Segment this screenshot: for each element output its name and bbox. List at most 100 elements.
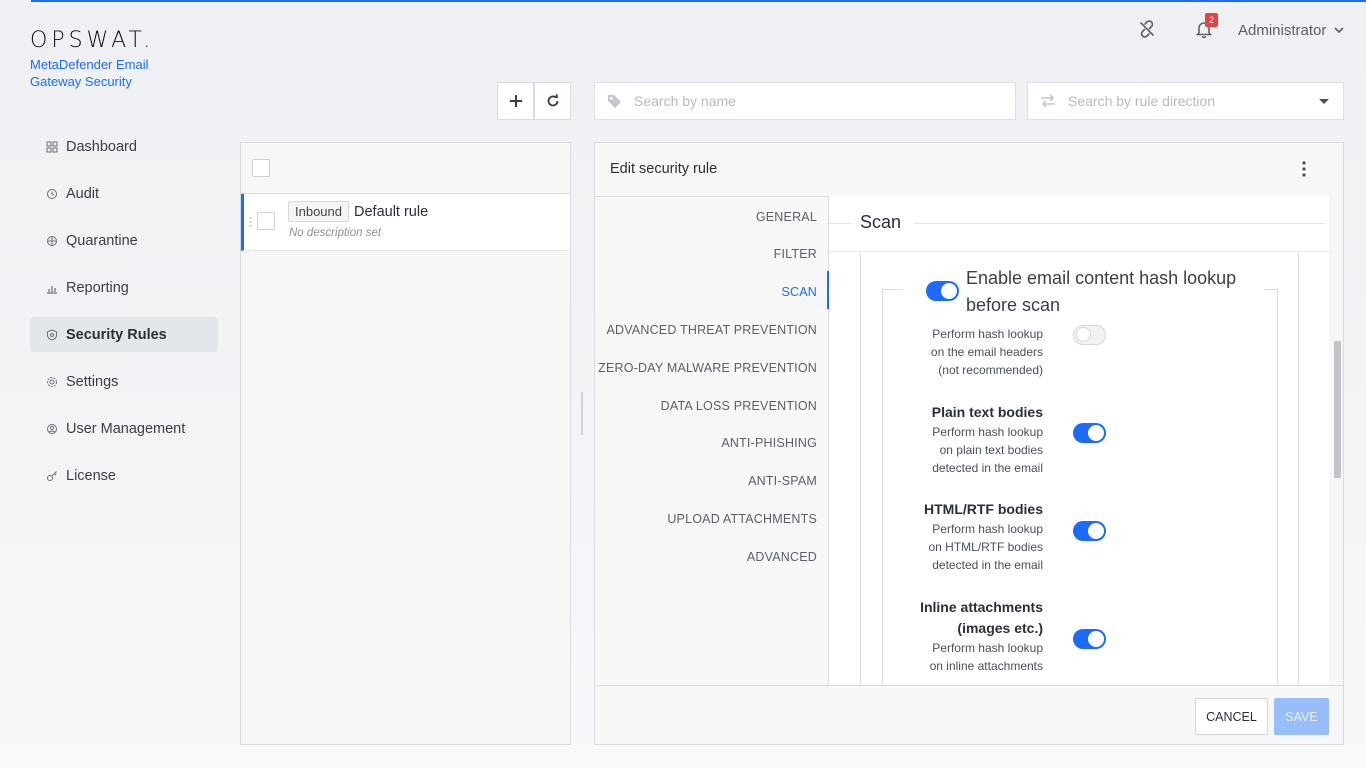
section-divider — [829, 223, 851, 224]
product-name: MetaDefender Email Gateway Security — [30, 56, 160, 90]
user-menu[interactable]: Administrator — [1238, 22, 1326, 39]
option-description: Perform hash lookup on inline attachment… — [883, 639, 1043, 675]
panel-resize-handle[interactable] — [581, 392, 583, 435]
sidebar-item-label: User Management — [66, 420, 186, 437]
refresh-icon — [547, 94, 558, 107]
top-accent-bar — [31, 0, 1366, 2]
logo-wordmark: OPSWAT. — [30, 28, 155, 53]
sidebar-item-label: Settings — [66, 373, 119, 390]
option-description: Perform hash lookup on the email headers… — [883, 325, 1043, 379]
row-checkbox[interactable] — [257, 212, 275, 230]
sidebar-item-dashboard[interactable]: Dashboard — [30, 129, 218, 164]
search-name-input[interactable] — [634, 93, 874, 109]
tag-icon — [608, 94, 621, 108]
tab-scan[interactable]: SCAN — [781, 285, 817, 299]
product-name-line1: MetaDefender Email — [30, 57, 149, 72]
more-vert-icon[interactable] — [1300, 160, 1308, 178]
option-description-text: Perform hash lookup on plain text bodies… — [932, 425, 1043, 475]
option-description-text: Perform hash lookup on HTML/RTF bodies d… — [928, 522, 1044, 572]
tab-upload-attachments[interactable]: UPLOAD ATTACHMENTS — [667, 512, 817, 526]
rule-description: No description set — [289, 227, 382, 239]
tab-filter[interactable]: FILTER — [774, 247, 817, 261]
option-plain-text: Plain text bodies Perform hash lookup on… — [883, 402, 1043, 477]
tab-anti-phishing[interactable]: ANTI-PHISHING — [721, 436, 817, 450]
notification-badge: 2 — [1205, 13, 1218, 27]
tab-anti-spam[interactable]: ANTI-SPAM — [748, 474, 817, 488]
swap-arrows-icon — [1041, 94, 1055, 108]
rule-tabs: GENERAL FILTER SCAN ADVANCED THREAT PREV… — [595, 196, 829, 685]
edit-rule-panel: Edit security rule GENERAL FILTER SCAN A… — [594, 142, 1344, 745]
cancel-button[interactable]: CANCEL — [1195, 698, 1268, 735]
license-icon — [47, 470, 57, 481]
tab-advanced[interactable]: ADVANCED — [747, 550, 817, 564]
drag-handle-icon[interactable] — [249, 216, 252, 228]
sidebar-item-reporting[interactable]: Reporting — [30, 270, 218, 305]
scan-section-header: Scan — [829, 196, 1329, 252]
sidebar-item-label: Dashboard — [66, 138, 137, 155]
plain-text-toggle[interactable] — [1073, 423, 1106, 443]
shield-icon — [47, 328, 57, 341]
audit-icon — [47, 188, 57, 199]
option-html-rtf: HTML/RTF bodies Perform hash lookup on H… — [883, 499, 1043, 574]
table-row[interactable]: Inbound Default rule No description set — [241, 194, 570, 251]
sidebar-item-settings[interactable]: Settings — [30, 364, 218, 399]
vertical-scrollbar[interactable] — [1334, 341, 1341, 478]
rules-list-panel: Inbound Default rule No description set — [240, 142, 571, 745]
plus-icon — [509, 95, 522, 107]
logo[interactable]: OPSWAT. MetaDefender Email Gateway Secur… — [30, 28, 160, 90]
option-description-text: Perform hash lookup on the email headers… — [930, 327, 1043, 377]
dashboard-icon — [46, 141, 58, 152]
panel-footer: CANCEL SAVE — [595, 685, 1343, 744]
add-rule-button[interactable] — [497, 82, 534, 120]
hash-lookup-fieldset: Headers Perform hash lookup on the email… — [882, 290, 1278, 685]
tab-data-loss-prevention[interactable]: DATA LOSS PREVENTION — [661, 399, 817, 413]
direction-tag: Inbound — [288, 201, 349, 222]
sidebar-item-label: Audit — [66, 185, 100, 202]
sidebar-item-license[interactable]: License — [30, 458, 218, 493]
refresh-button[interactable] — [534, 82, 571, 120]
rule-direction-select[interactable] — [1027, 82, 1344, 120]
section-title: Scan — [860, 212, 902, 232]
product-name-line2: Gateway Security — [30, 74, 132, 89]
tab-general[interactable]: GENERAL — [756, 210, 817, 224]
option-description: Perform hash lookup on HTML/RTF bodies d… — [883, 520, 1044, 574]
inline-attachments-toggle[interactable] — [1073, 629, 1106, 649]
option-title-text: Inline attachments (images etc.) — [920, 599, 1043, 636]
rule-name: Default rule — [354, 204, 429, 220]
tab-zero-day-malware-prevention[interactable]: ZERO-DAY MALWARE PREVENTION — [598, 361, 817, 375]
sidebar-item-user-management[interactable]: User Management — [30, 411, 218, 446]
panel-title: Edit security rule — [610, 161, 718, 177]
scan-content: Headers Perform hash lookup on the email… — [829, 196, 1329, 685]
rules-list-header — [241, 143, 570, 194]
scan-section-body: Headers Perform hash lookup on the email… — [860, 253, 1299, 685]
sidebar-item-security-rules[interactable]: Security Rules — [30, 317, 218, 352]
sidebar-item-label: License — [66, 467, 116, 484]
quarantine-icon — [47, 235, 57, 246]
option-inline-attachments: Inline attachments (images etc.) Perform… — [883, 597, 1043, 675]
option-title: HTML/RTF bodies — [924, 501, 1043, 517]
option-title: Inline attachments (images etc.) — [883, 597, 1043, 639]
user-management-icon — [47, 423, 57, 434]
chevron-down-icon[interactable] — [1334, 26, 1344, 34]
unlink-icon[interactable] — [1138, 20, 1156, 38]
caret-down-icon[interactable] — [1319, 99, 1329, 104]
html-rtf-toggle[interactable] — [1073, 521, 1106, 541]
gear-icon — [47, 376, 57, 387]
select-all-checkbox[interactable] — [252, 159, 270, 177]
sidebar-item-label: Reporting — [66, 279, 129, 296]
enable-hash-lookup-toggle[interactable] — [926, 281, 959, 301]
sidebar-item-label: Quarantine — [66, 232, 138, 249]
sidebar-item-audit[interactable]: Audit — [30, 176, 218, 211]
reporting-icon — [47, 285, 57, 294]
sidebar-item-quarantine[interactable]: Quarantine — [30, 223, 218, 258]
search-direction-input[interactable] — [1068, 93, 1308, 109]
option-title: Plain text bodies — [931, 404, 1043, 420]
tab-advanced-threat-prevention[interactable]: ADVANCED THREAT PREVENTION — [606, 323, 817, 337]
save-button[interactable]: SAVE — [1274, 698, 1329, 735]
sidebar-item-label: Security Rules — [66, 326, 167, 343]
search-by-name[interactable] — [594, 82, 1016, 120]
sidebar-nav: Dashboard Audit Quarantine Reporting Sec… — [30, 129, 218, 505]
enable-hash-lookup-label: Enable email content hash lookup before … — [966, 265, 1256, 319]
headers-toggle[interactable] — [1073, 325, 1106, 345]
option-description-text: Perform hash lookup on inline attachment… — [929, 641, 1043, 673]
